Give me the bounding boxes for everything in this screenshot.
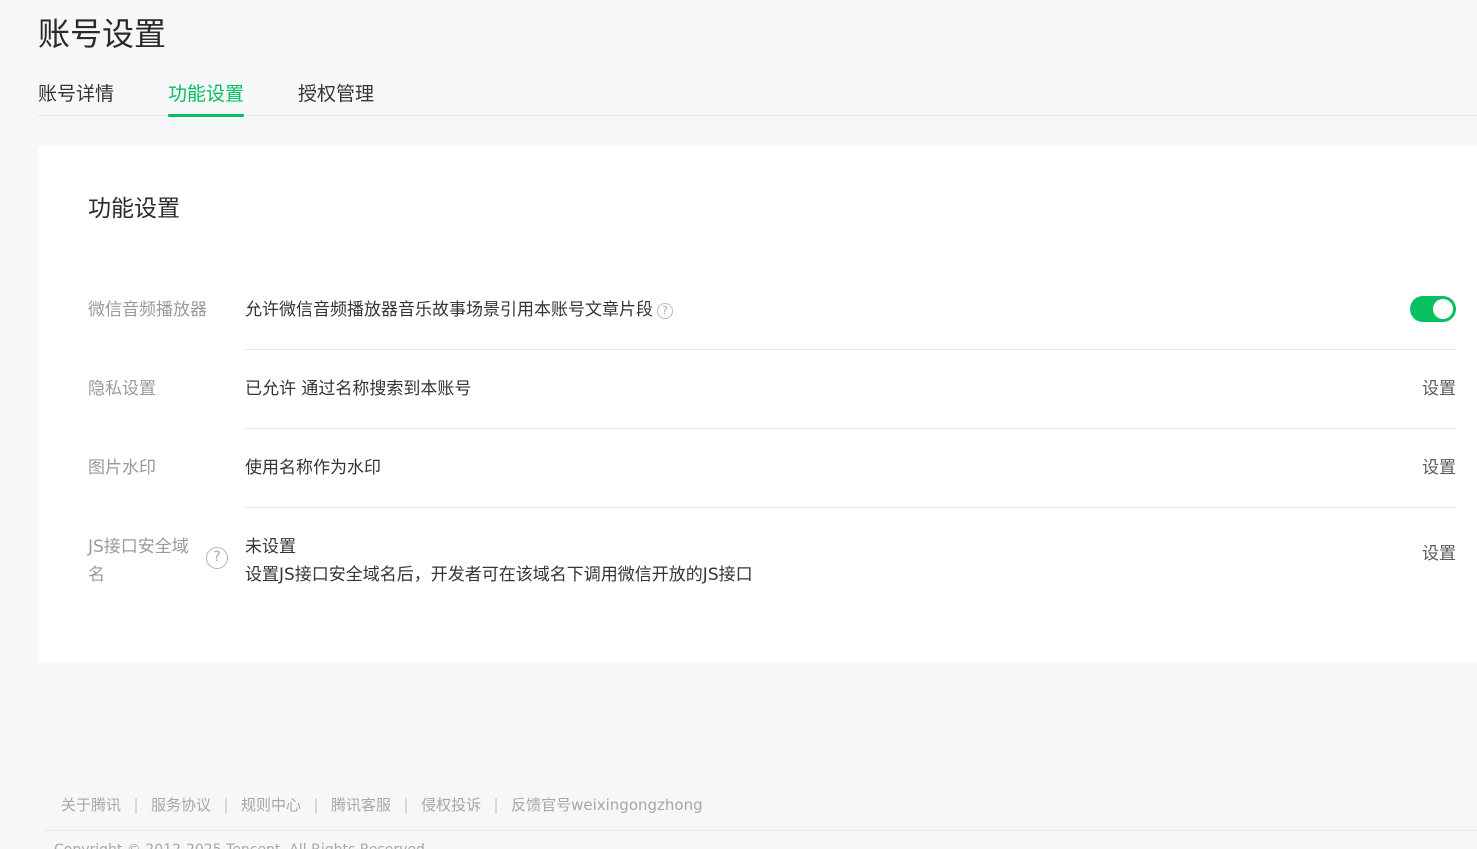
page-title: 账号设置 bbox=[38, 15, 167, 53]
row-content: 未设置 设置JS接口安全域名后，开发者可在该域名下调用微信开放的JS接口 bbox=[245, 533, 753, 589]
row-label: 图片水印 bbox=[88, 458, 156, 478]
footer-link-infringement[interactable]: 侵权投诉 bbox=[421, 796, 481, 814]
settings-row-privacy: 隐私设置 已允许 通过名称搜索到本账号 设置 bbox=[88, 374, 1456, 404]
tab-authorization-management[interactable]: 授权管理 bbox=[298, 80, 374, 116]
row-label: 隐私设置 bbox=[88, 379, 156, 399]
row-content: 使用名称作为水印 bbox=[245, 458, 381, 478]
row-label: JS接口安全域 名 bbox=[88, 533, 189, 589]
footer-link-about[interactable]: 关于腾讯 bbox=[61, 796, 121, 814]
js-domain-status: 未设置 bbox=[245, 537, 296, 557]
settings-row-js-domain: JS接口安全域 名 ? 未设置 设置JS接口安全域名后，开发者可在该域名下调用微… bbox=[88, 533, 1456, 593]
footer-link-rules[interactable]: 规则中心 bbox=[241, 796, 301, 814]
footer-link-feedback[interactable]: 反馈官号weixingongzhong bbox=[511, 796, 703, 814]
toggle-knob bbox=[1433, 299, 1453, 319]
row-label-line: JS接口安全域 bbox=[88, 537, 189, 557]
footer-link-terms[interactable]: 服务协议 bbox=[151, 796, 211, 814]
row-divider bbox=[245, 507, 1456, 508]
footer-separator: | bbox=[493, 796, 499, 814]
footer-link-support[interactable]: 腾讯客服 bbox=[331, 796, 391, 814]
js-domain-settings-link[interactable]: 设置 bbox=[1422, 540, 1456, 568]
footer-divider bbox=[44, 830, 1477, 831]
help-icon[interactable]: ? bbox=[657, 303, 673, 319]
tab-account-details[interactable]: 账号详情 bbox=[38, 80, 114, 116]
settings-row-audio-player: 微信音频播放器 允许微信音频播放器音乐故事场景引用本账号文章片段? bbox=[88, 293, 1456, 335]
settings-row-watermark: 图片水印 使用名称作为水印 设置 bbox=[88, 453, 1456, 483]
footer-separator: | bbox=[223, 796, 229, 814]
row-content: 允许微信音频播放器音乐故事场景引用本账号文章片段? bbox=[245, 296, 673, 324]
footer-separator: | bbox=[313, 796, 319, 814]
row-label-line: 名 bbox=[88, 565, 105, 585]
audio-player-toggle[interactable] bbox=[1410, 296, 1456, 322]
tab-bar: 账号详情 功能设置 授权管理 bbox=[38, 72, 1477, 117]
card-title: 功能设置 bbox=[88, 196, 180, 222]
footer-separator: | bbox=[133, 796, 139, 814]
help-icon[interactable]: ? bbox=[206, 547, 228, 569]
row-divider bbox=[245, 349, 1456, 350]
footer-separator: | bbox=[403, 796, 409, 814]
privacy-settings-link[interactable]: 设置 bbox=[1422, 375, 1456, 403]
watermark-settings-link[interactable]: 设置 bbox=[1422, 454, 1456, 482]
row-content: 已允许 通过名称搜索到本账号 bbox=[245, 379, 472, 399]
copyright: Copyright © 2012-2025 Tencent. All Right… bbox=[54, 840, 429, 849]
tab-feature-settings[interactable]: 功能设置 bbox=[168, 80, 245, 117]
row-label: 微信音频播放器 bbox=[88, 300, 207, 320]
footer-links: 关于腾讯 | 服务协议 | 规则中心 | 腾讯客服 | 侵权投诉 | 反馈官号weixingongz… bbox=[61, 794, 703, 816]
feature-settings-card: 功能设置 微信音频播放器 允许微信音频播放器音乐故事场景引用本账号文章片段? 隐… bbox=[38, 146, 1477, 663]
audio-player-description: 允许微信音频播放器音乐故事场景引用本账号文章片段 bbox=[245, 300, 653, 320]
js-domain-description: 设置JS接口安全域名后，开发者可在该域名下调用微信开放的JS接口 bbox=[245, 565, 753, 585]
row-divider bbox=[245, 428, 1456, 429]
